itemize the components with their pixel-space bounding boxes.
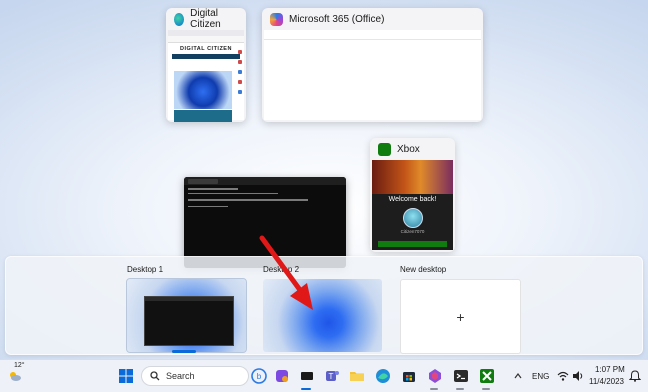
plus-icon: + — [456, 308, 465, 325]
terminal-titlebar — [184, 177, 346, 185]
running-app-indicator — [430, 388, 438, 390]
weather-widget[interactable] — [6, 367, 24, 385]
browser-content: DIGITAL CITIZEN — [168, 30, 244, 122]
weather-icon — [10, 372, 21, 381]
svg-text:b: b — [257, 372, 262, 381]
active-desktop-indicator — [172, 350, 196, 353]
terminal-icon — [454, 370, 468, 382]
taskbar-app-copilot[interactable] — [273, 367, 291, 385]
xbox-sign-in-button — [378, 241, 447, 247]
running-app-indicator — [482, 388, 490, 390]
edge-icon — [376, 369, 390, 383]
speaker-icon — [573, 371, 583, 381]
search-input[interactable]: Search — [141, 366, 249, 386]
article-hero-image — [174, 71, 232, 109]
xbox-content: Welcome back! Citizen7070 — [372, 160, 453, 250]
folder-icon — [350, 372, 364, 381]
desktop-label: Desktop 1 — [127, 265, 164, 274]
wifi-icon — [557, 371, 569, 381]
desktop-2[interactable]: Desktop 2 — [263, 264, 382, 352]
window-digital-citizen[interactable]: Digital Citizen DIGITAL CITIZEN — [166, 8, 246, 122]
store-icon — [403, 372, 415, 382]
desktop-thumbnail — [126, 278, 247, 353]
taskbar-app-task-view[interactable] — [298, 367, 316, 385]
teams-icon: T — [326, 371, 339, 381]
taskbar-app-file-explorer[interactable] — [348, 367, 366, 385]
gamertag: Citizen7070 — [400, 229, 425, 234]
notifications-button[interactable] — [626, 367, 644, 385]
desktop-1[interactable]: Desktop 1 — [126, 264, 247, 353]
volume-button[interactable] — [569, 367, 587, 385]
site-brand: DIGITAL CITIZEN — [180, 46, 232, 52]
active-app-indicator — [301, 388, 311, 390]
taskbar: 12° Search b T ENG 1:07 PM 11/4/2023 — [0, 359, 648, 392]
office-content — [264, 30, 481, 120]
xbox-welcome-text: Welcome back! — [388, 196, 437, 203]
xbox-icon — [480, 369, 494, 383]
taskbar-app-xbox[interactable] — [478, 367, 496, 385]
window-title: Microsoft 365 (Office) — [289, 13, 385, 25]
taskbar-app-edge[interactable] — [374, 367, 392, 385]
article-heading-band — [174, 110, 232, 122]
terminal-preview — [144, 296, 234, 346]
bell-icon — [629, 370, 641, 382]
windows-logo-icon — [119, 369, 133, 383]
window-terminal[interactable] — [184, 177, 346, 268]
taskbar-app-microsoft-365[interactable] — [426, 367, 444, 385]
chevron-up-icon — [514, 373, 522, 379]
taskbar-app-teams[interactable]: T — [323, 367, 341, 385]
copilot-icon — [276, 370, 288, 382]
show-hidden-icons-button[interactable] — [509, 367, 527, 385]
microsoft-365-icon — [429, 369, 441, 383]
terminal-output — [184, 188, 346, 207]
search-placeholder: Search — [166, 371, 195, 381]
window-title: Digital Citizen — [190, 8, 221, 30]
avatar — [403, 208, 423, 228]
task-view-icon — [301, 372, 313, 380]
search-icon — [150, 371, 160, 381]
bing-icon: b — [251, 368, 267, 384]
browser-sidebar — [238, 50, 243, 116]
digital-citizen-icon — [174, 12, 185, 26]
desktop-thumbnail — [263, 279, 382, 352]
running-app-indicator — [456, 388, 464, 390]
desktop-label: Desktop 2 — [263, 265, 300, 274]
new-desktop[interactable]: New desktop + — [400, 264, 521, 354]
window-microsoft-365[interactable]: Microsoft 365 (Office) — [262, 8, 483, 122]
game-art — [372, 160, 453, 194]
clock-time[interactable]: 1:07 PM — [595, 365, 625, 374]
window-title: Xbox — [397, 143, 420, 155]
svg-text:T: T — [329, 372, 334, 381]
new-desktop-label: New desktop — [400, 265, 447, 274]
virtual-desktops-panel: Desktop 1 Desktop 2 New desktop + — [5, 256, 643, 355]
site-nav — [172, 54, 240, 59]
start-button[interactable] — [117, 367, 135, 385]
add-desktop-button[interactable]: + — [400, 279, 521, 354]
clock-date[interactable]: 11/4/2023 — [589, 377, 624, 386]
bing-chat-button[interactable]: b — [250, 367, 268, 385]
taskbar-app-store[interactable] — [400, 367, 418, 385]
microsoft-365-icon — [270, 12, 283, 26]
language-indicator[interactable]: ENG — [532, 372, 549, 381]
xbox-icon — [378, 142, 391, 156]
taskbar-app-terminal[interactable] — [452, 367, 470, 385]
weather-temp: 12° — [14, 362, 25, 369]
window-xbox[interactable]: Xbox Welcome back! Citizen7070 — [370, 138, 455, 252]
